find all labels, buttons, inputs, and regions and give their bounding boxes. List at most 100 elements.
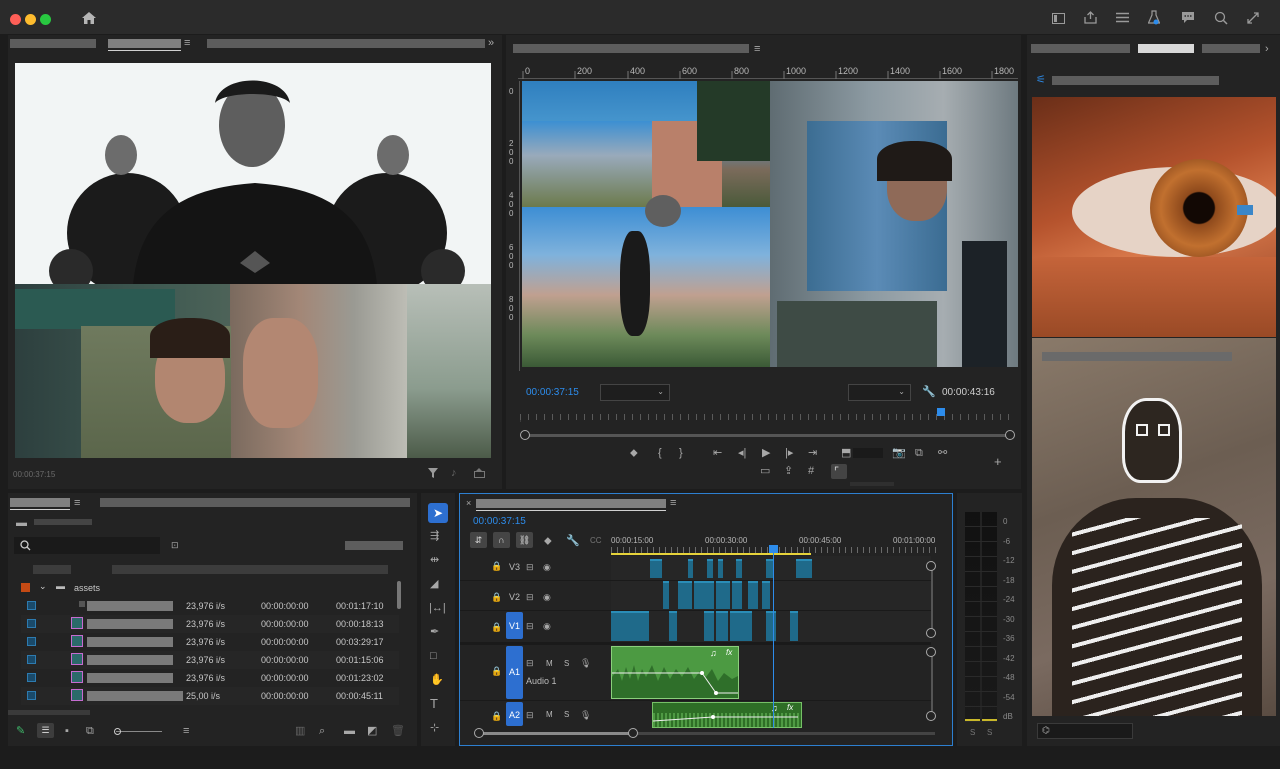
- track-label-a2[interactable]: A2: [509, 710, 520, 720]
- panel-tab[interactable]: [100, 498, 410, 507]
- track-label-v1[interactable]: V1: [509, 621, 520, 631]
- linked-selection-toggle[interactable]: ⛓: [516, 532, 533, 548]
- solo-button[interactable]: S: [564, 659, 569, 668]
- search-field[interactable]: [1052, 76, 1219, 85]
- list-item-clip[interactable]: 23,976 i/s 00:00:00:00 00:03:29:17: [21, 633, 399, 651]
- column-header[interactable]: [112, 565, 388, 574]
- add-button-icon[interactable]: +: [994, 455, 1002, 468]
- panel-tab[interactable]: [10, 39, 96, 48]
- eye-icon[interactable]: ◉: [543, 620, 551, 632]
- panel-menu-icon[interactable]: ≡: [184, 37, 190, 49]
- panel-menu-icon[interactable]: ≡: [670, 497, 676, 509]
- pencil-icon[interactable]: ✎: [16, 725, 25, 737]
- panel-tab[interactable]: [1202, 44, 1260, 53]
- razor-tool-icon[interactable]: ◢: [430, 578, 438, 590]
- settings-wrench-icon[interactable]: 🔧: [566, 535, 580, 547]
- video-clip[interactable]: [716, 581, 730, 609]
- sliders-icon[interactable]: ⚟: [1036, 74, 1046, 86]
- video-clip[interactable]: [790, 611, 798, 641]
- layout-icon[interactable]: [1052, 13, 1065, 24]
- go-to-out-icon[interactable]: ⇥: [808, 447, 817, 459]
- step-forward-icon[interactable]: |▸: [785, 447, 793, 459]
- insert-icon[interactable]: ♪: [451, 467, 457, 479]
- hand-tool-icon[interactable]: ✋: [430, 674, 444, 686]
- ripple-edit-icon[interactable]: ⇹: [430, 554, 439, 566]
- label-color-swatch[interactable]: [27, 673, 36, 682]
- panel-tab[interactable]: [207, 39, 485, 48]
- zoom-level-dropdown[interactable]: ⌄: [600, 384, 670, 401]
- sync-lock-icon[interactable]: ⊟: [526, 591, 534, 603]
- video-clip[interactable]: [688, 559, 693, 578]
- video-clip[interactable]: [796, 559, 812, 578]
- zoom-icon[interactable]: [1214, 11, 1228, 25]
- list-item-clip[interactable]: 23,976 i/s 00:00:00:00 00:01:23:02: [21, 669, 399, 687]
- label-color-swatch[interactable]: [27, 601, 36, 610]
- mute-button[interactable]: M: [546, 710, 553, 719]
- new-bin-icon[interactable]: ⊡: [171, 539, 179, 551]
- track-area[interactable]: 🔒 V3 ⊟ ◉ 🔒 V2 ⊟ ◉ 🔒 V1 ⊟ ◉ 🔒 A1 ⊟ M S 🎙 …: [460, 550, 952, 728]
- export-frame-icon[interactable]: [474, 468, 485, 478]
- label-color-swatch[interactable]: [27, 655, 36, 664]
- video-clip[interactable]: [650, 559, 662, 578]
- extract-field[interactable]: [853, 448, 883, 458]
- list-item-clip[interactable]: 23,976 i/s 00:00:00:00 00:00:18:13: [21, 615, 399, 633]
- panel-tab-active[interactable]: [1138, 44, 1194, 53]
- video-clip[interactable]: [718, 559, 723, 578]
- track-select-icon[interactable]: ⇶: [430, 530, 439, 542]
- export-frame-icon[interactable]: ⇪: [784, 465, 793, 477]
- nest-toggle[interactable]: ⇵: [470, 532, 487, 548]
- video-clip[interactable]: [766, 611, 776, 641]
- video-clip[interactable]: [736, 559, 742, 578]
- timeline-timecode[interactable]: 00:00:37:15: [473, 516, 526, 527]
- label-color-swatch[interactable]: [27, 691, 36, 700]
- play-icon[interactable]: ▶: [762, 447, 770, 459]
- type-tool-icon[interactable]: T: [430, 697, 438, 710]
- lock-icon[interactable]: 🔒: [491, 621, 502, 633]
- list-item-folder[interactable]: ⌄ ▬ assets: [21, 579, 399, 597]
- safe-margins-icon[interactable]: ▭: [760, 465, 770, 477]
- chevron-right-icon[interactable]: ›: [1265, 43, 1269, 55]
- rectangle-tool-icon[interactable]: □: [430, 650, 437, 662]
- video-clip[interactable]: [669, 611, 677, 641]
- list-item-clip[interactable]: 25,00 i/s 00:00:00:00 00:00:45:11: [21, 687, 399, 705]
- icon-view-icon[interactable]: ▪: [65, 725, 69, 737]
- microphone-icon[interactable]: 🎙: [580, 657, 591, 669]
- track-label-v3[interactable]: V3: [509, 562, 520, 572]
- selection-tool-icon[interactable]: ➤: [428, 503, 448, 523]
- eye-icon[interactable]: ◉: [543, 591, 551, 603]
- playhead-line[interactable]: [773, 550, 774, 728]
- slip-tool-icon[interactable]: |↔|: [429, 602, 446, 614]
- home-icon[interactable]: [82, 12, 96, 24]
- snap-toggle[interactable]: ∩: [493, 532, 510, 548]
- list-icon[interactable]: [1116, 12, 1129, 23]
- video-clip[interactable]: [762, 581, 770, 609]
- eye-icon[interactable]: ◉: [543, 561, 551, 573]
- list-item-clip[interactable]: 23,976 i/s 00:00:00:00 00:01:15:06: [21, 651, 399, 669]
- flask-icon[interactable]: [1148, 10, 1160, 25]
- close-window-button[interactable]: [10, 14, 21, 25]
- list-view-toggle[interactable]: ☰: [37, 723, 54, 738]
- zoom-window-button[interactable]: [40, 14, 51, 25]
- minimize-window-button[interactable]: [25, 14, 36, 25]
- find-icon[interactable]: ⌕: [319, 725, 325, 737]
- track-label-a1[interactable]: A1: [509, 667, 520, 677]
- label-color-swatch[interactable]: [27, 619, 36, 628]
- new-folder-icon[interactable]: ▬: [344, 725, 355, 737]
- track-label-v2[interactable]: V2: [509, 592, 520, 602]
- solo-left-button[interactable]: S: [970, 728, 975, 737]
- video-clip[interactable]: [704, 611, 714, 641]
- video-clip[interactable]: [716, 611, 728, 641]
- playhead-head[interactable]: [769, 545, 778, 553]
- video-clip[interactable]: [748, 581, 758, 609]
- remix-tool-icon[interactable]: ⊹: [430, 722, 439, 734]
- solo-button[interactable]: S: [564, 710, 569, 719]
- proxy-icon[interactable]: ⚯: [938, 447, 947, 459]
- fullscreen-icon[interactable]: [1247, 12, 1259, 24]
- sync-lock-icon[interactable]: ⊟: [526, 620, 534, 632]
- zoom-slider[interactable]: [116, 731, 162, 732]
- guides-toggle[interactable]: ⌜: [831, 464, 847, 479]
- lift-icon[interactable]: ⬒: [841, 447, 851, 459]
- captions-icon[interactable]: CC: [590, 535, 602, 547]
- video-clip[interactable]: [732, 581, 742, 609]
- project-scrollbar[interactable]: [397, 581, 401, 609]
